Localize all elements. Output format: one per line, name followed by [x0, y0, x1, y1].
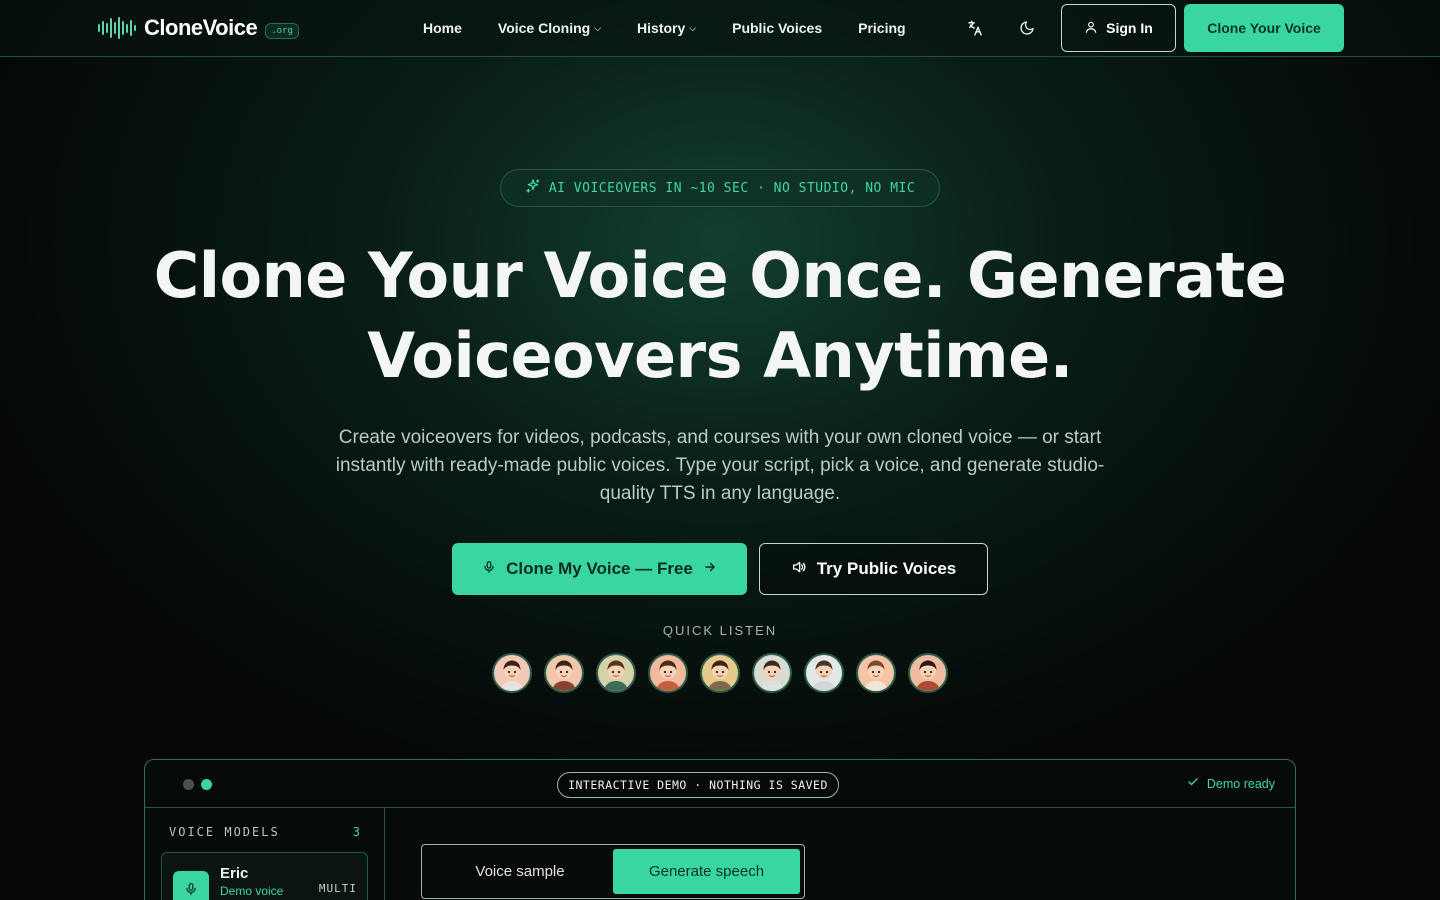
cartoon-face-icon [552, 660, 576, 691]
cartoon-face-icon [760, 660, 784, 691]
window-dot [201, 779, 212, 790]
check-icon [1187, 776, 1199, 791]
hero-headline: Clone Your Voice Once. Generate Voiceove… [120, 236, 1320, 396]
quick-listen-avatars [492, 653, 948, 693]
sparkles-icon [525, 178, 541, 198]
cartoon-face-icon [500, 660, 524, 691]
voice-model-name: Eric [220, 865, 249, 882]
hero-headline-line-1: Clone Your Voice Once. Generate [153, 239, 1287, 312]
translate-icon[interactable] [965, 18, 985, 38]
voice-avatar[interactable] [648, 653, 688, 693]
demo-tabs: Voice sample Generate speech [421, 844, 805, 899]
voice-avatar[interactable] [804, 653, 844, 693]
demo-tag: INTERACTIVE DEMO · NOTHING IS SAVED [557, 772, 839, 798]
voice-avatar[interactable] [700, 653, 740, 693]
chevron-down-icon: ⌵ [689, 22, 697, 33]
chevron-down-icon: ⌵ [594, 22, 602, 33]
moon-icon[interactable] [1017, 18, 1037, 38]
user-icon [1084, 20, 1098, 37]
cartoon-face-icon [656, 660, 680, 691]
nav-public-voices[interactable]: Public Voices [732, 20, 822, 36]
cartoon-face-icon [708, 660, 732, 691]
top-navbar: CloneVoice .org Home Voice Cloning ⌵ Hist… [0, 0, 1440, 57]
brand-name: CloneVoice [144, 15, 258, 40]
cartoon-face-icon [916, 660, 940, 691]
nav-pricing[interactable]: Pricing [858, 20, 905, 36]
nav-home[interactable]: Home [423, 20, 462, 36]
quick-listen-label: QUICK LISTEN [662, 623, 778, 638]
voice-models-sidebar: VOICE MODELS 3 Eric Demo voice MULTI [145, 808, 385, 900]
brand-tld-badge: .org [265, 23, 299, 39]
voice-models-count: 3 [352, 825, 360, 839]
nav-voice-cloning[interactable]: Voice Cloning ⌵ [498, 20, 601, 36]
tab-voice-sample[interactable]: Voice sample [426, 849, 614, 894]
try-public-voices-button[interactable]: Try Public Voices [759, 543, 988, 595]
voice-model-language: MULTI [318, 882, 357, 895]
tab-generate-speech[interactable]: Generate speech [613, 849, 800, 894]
voice-avatar[interactable] [596, 653, 636, 693]
voice-model-card[interactable]: Eric Demo voice MULTI [161, 852, 368, 900]
clone-your-voice-button[interactable]: Clone Your Voice [1184, 4, 1344, 52]
cartoon-face-icon [812, 660, 836, 691]
window-dot [183, 779, 194, 790]
microphone-icon [482, 559, 496, 580]
sign-in-label: Sign In [1106, 20, 1153, 36]
nav-pricing-label: Pricing [858, 20, 906, 36]
hero-subtitle: Create voiceovers for videos, podcasts, … [335, 427, 1105, 504]
demo-status-text: Demo ready [1206, 776, 1275, 791]
hero-badge-text: AI VOICEOVERS IN ~10 SEC · NO STUDIO, NO… [548, 180, 916, 196]
demo-status: Demo ready [1187, 776, 1275, 791]
cartoon-face-icon [604, 660, 628, 691]
main-menu: Home Voice Cloning ⌵ History ⌵ Public Voic… [423, 0, 942, 56]
nav-history[interactable]: History ⌵ [637, 20, 696, 36]
nav-home-label: Home [423, 20, 462, 36]
sign-in-button[interactable]: Sign In [1061, 4, 1176, 52]
microphone-icon [173, 871, 209, 900]
voice-avatar[interactable] [856, 653, 896, 693]
demo-titlebar: INTERACTIVE DEMO · NOTHING IS SAVED Demo… [145, 760, 1295, 808]
voice-avatar[interactable] [544, 653, 584, 693]
hero-badge: AI VOICEOVERS IN ~10 SEC · NO STUDIO, NO… [500, 169, 940, 207]
waveform-logo-icon [98, 16, 136, 40]
speaker-icon [791, 559, 807, 580]
arrow-right-icon [703, 559, 717, 579]
voice-model-subtitle: Demo voice [220, 884, 284, 898]
brand-logo[interactable]: CloneVoice .org [98, 15, 299, 41]
cartoon-face-icon [864, 660, 888, 691]
nav-public-voices-label: Public Voices [732, 20, 823, 36]
nav-voice-cloning-label: Voice Cloning [497, 20, 591, 36]
voice-avatar[interactable] [908, 653, 948, 693]
voice-models-title: VOICE MODELS [169, 825, 280, 839]
try-public-voices-label: Try Public Voices [816, 559, 957, 578]
clone-my-voice-button[interactable]: Clone My Voice — Free [452, 543, 747, 595]
voice-avatar[interactable] [752, 653, 792, 693]
clone-my-voice-label: Clone My Voice — Free [506, 559, 693, 578]
voice-avatar[interactable] [492, 653, 532, 693]
nav-history-label: History [637, 20, 686, 36]
interactive-demo-panel: INTERACTIVE DEMO · NOTHING IS SAVED Demo… [144, 759, 1296, 900]
hero-headline-line-2: Voiceovers Anytime. [367, 319, 1073, 392]
